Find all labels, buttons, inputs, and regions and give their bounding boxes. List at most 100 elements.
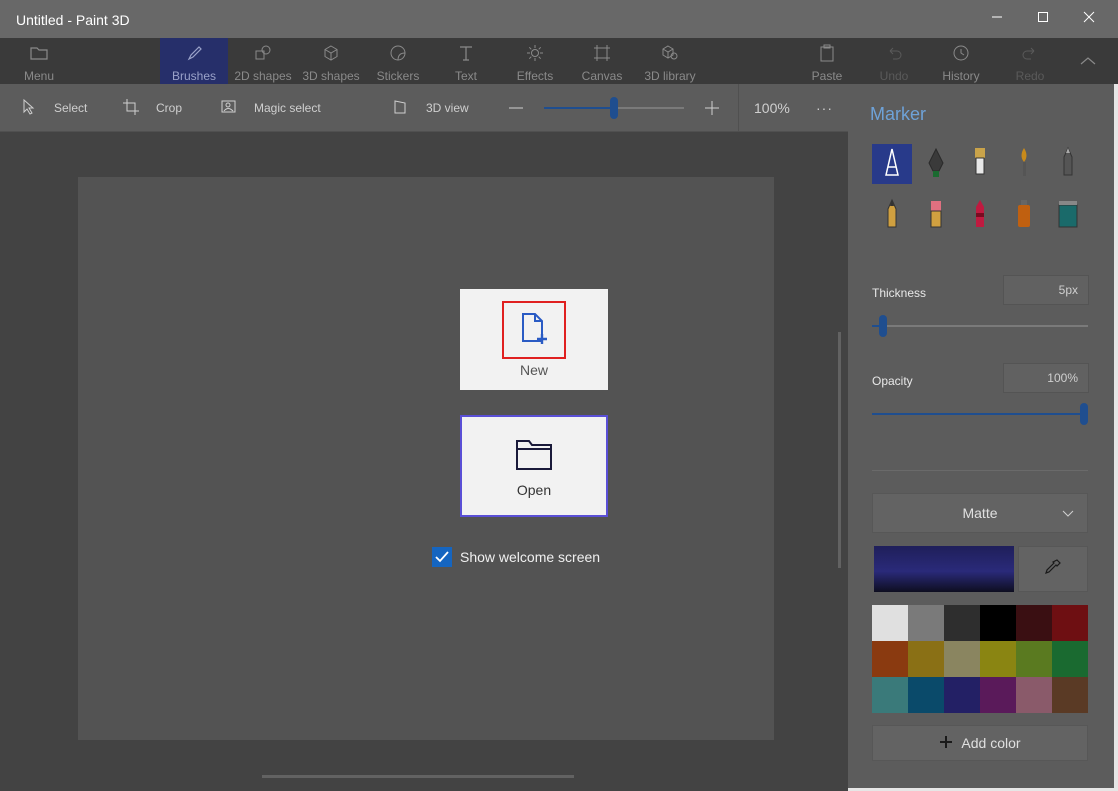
paste-button[interactable]: Paste	[806, 38, 848, 84]
vertical-scrollbar[interactable]	[838, 332, 841, 568]
palette-swatch[interactable]	[1052, 677, 1088, 713]
more-options-button[interactable]: ···	[816, 84, 833, 132]
history-icon	[951, 43, 971, 69]
tab-3d-shapes[interactable]: 3D shapes	[299, 38, 363, 84]
undo-button[interactable]: Undo	[872, 38, 916, 84]
zoom-value[interactable]: 100%	[754, 84, 790, 132]
3d-view-toggle[interactable]: 3D view	[392, 84, 469, 132]
magic-select-tool[interactable]: Magic select	[220, 84, 321, 132]
tab-text[interactable]: Text	[445, 38, 487, 84]
pencil-brush-button[interactable]	[872, 196, 912, 236]
minimize-button[interactable]	[974, 0, 1020, 38]
pixel-pen-brush-button[interactable]	[1048, 144, 1088, 184]
select-tool[interactable]: Select	[20, 84, 87, 132]
tab-canvas[interactable]: Canvas	[578, 38, 626, 84]
history-button[interactable]: History	[938, 38, 984, 84]
thickness-label: Thickness	[872, 286, 927, 300]
palette-swatch[interactable]	[980, 605, 1016, 641]
maximize-icon	[1037, 10, 1049, 28]
menu-label: Menu	[23, 69, 55, 83]
tab-label: 3D library	[644, 69, 696, 83]
crayon-brush-button[interactable]	[960, 196, 1000, 236]
thickness-input[interactable]: 5px	[1003, 275, 1089, 305]
palette-swatch[interactable]	[944, 641, 980, 677]
palette-swatch[interactable]	[1052, 605, 1088, 641]
horizontal-scrollbar[interactable]	[262, 775, 574, 778]
add-color-button[interactable]: Add color	[872, 725, 1088, 761]
eyedropper-button[interactable]	[1018, 546, 1088, 592]
tab-effects[interactable]: Effects	[510, 38, 560, 84]
folder-icon	[515, 437, 553, 474]
thickness-slider-thumb[interactable]	[879, 315, 887, 337]
palette-swatch[interactable]	[908, 677, 944, 713]
finish-dropdown[interactable]: Matte	[872, 493, 1088, 533]
zoom-slider-track[interactable]	[544, 97, 684, 119]
tab-stickers[interactable]: Stickers	[370, 38, 426, 84]
palette-swatch[interactable]	[944, 605, 980, 641]
opacity-slider-track[interactable]	[872, 403, 1088, 425]
show-welcome-label: Show welcome screen	[460, 549, 601, 565]
zoom-out-button[interactable]	[506, 98, 526, 118]
watercolor-brush-button[interactable]	[1004, 144, 1044, 184]
palette-swatch[interactable]	[1016, 605, 1052, 641]
open-button[interactable]: Open	[460, 415, 608, 517]
opacity-input[interactable]: 100%	[1003, 363, 1089, 393]
menu-button[interactable]: Menu	[8, 38, 70, 84]
current-color-swatch[interactable]	[874, 546, 1014, 592]
drawing-canvas[interactable]	[78, 177, 774, 740]
title-bar: Untitled - Paint 3D	[0, 0, 1118, 38]
calligraphy-pen-icon	[921, 145, 951, 184]
paste-icon	[817, 43, 837, 69]
palette-swatch[interactable]	[980, 677, 1016, 713]
tab-label: Canvas	[581, 69, 623, 83]
tab-brushes[interactable]: Brushes	[160, 38, 228, 84]
palette-swatch[interactable]	[1016, 677, 1052, 713]
panel-divider	[872, 470, 1088, 471]
redo-button[interactable]: Redo	[1008, 38, 1052, 84]
undo-icon	[884, 43, 904, 69]
minus-icon	[506, 105, 526, 122]
new-button[interactable]: New	[460, 289, 608, 390]
finish-value: Matte	[962, 505, 998, 521]
minimize-icon	[991, 10, 1003, 28]
tab-2d-shapes[interactable]: 2D shapes	[231, 38, 295, 84]
undo-label: Undo	[879, 69, 909, 83]
opacity-label: Opacity	[872, 374, 913, 388]
palette-swatch[interactable]	[872, 605, 908, 641]
paste-label: Paste	[811, 69, 843, 83]
palette-swatch[interactable]	[944, 677, 980, 713]
crop-tool[interactable]: Crop	[122, 84, 182, 132]
collapse-ribbon-button[interactable]	[1076, 50, 1100, 72]
add-color-label: Add color	[961, 735, 1021, 751]
oil-brush-brush-button[interactable]	[960, 144, 1000, 184]
tab-label: 3D shapes	[302, 69, 360, 83]
new-highlight-box	[502, 301, 566, 359]
redo-icon	[1020, 43, 1040, 69]
show-welcome-checkbox[interactable]: Show welcome screen	[432, 547, 600, 567]
maximize-button[interactable]	[1020, 0, 1066, 38]
palette-swatch[interactable]	[1016, 641, 1052, 677]
canvas-icon	[592, 43, 612, 69]
palette-swatch[interactable]	[908, 605, 944, 641]
close-icon	[1083, 10, 1095, 28]
fill-brush-button[interactable]	[1048, 196, 1088, 236]
palette-swatch[interactable]	[872, 641, 908, 677]
opacity-slider-thumb[interactable]	[1080, 403, 1088, 425]
zoom-slider-thumb[interactable]	[610, 97, 618, 119]
tab-3d-library[interactable]: 3D library	[640, 38, 700, 84]
palette-swatch[interactable]	[872, 677, 908, 713]
zoom-in-button[interactable]	[702, 98, 722, 118]
spray-can-brush-button[interactable]	[1004, 196, 1044, 236]
eraser-brush-button[interactable]	[916, 196, 956, 236]
palette-swatch[interactable]	[908, 641, 944, 677]
crop-icon	[122, 98, 156, 119]
palette-swatch[interactable]	[980, 641, 1016, 677]
panel-title: Marker	[870, 104, 927, 124]
chevron-up-icon	[1076, 57, 1100, 76]
marker-brush-button[interactable]	[872, 144, 912, 184]
calligraphy-pen-brush-button[interactable]	[916, 144, 956, 184]
brush-icon	[184, 43, 204, 69]
thickness-slider-track[interactable]	[872, 315, 1088, 337]
palette-swatch[interactable]	[1052, 641, 1088, 677]
close-button[interactable]	[1066, 0, 1112, 38]
